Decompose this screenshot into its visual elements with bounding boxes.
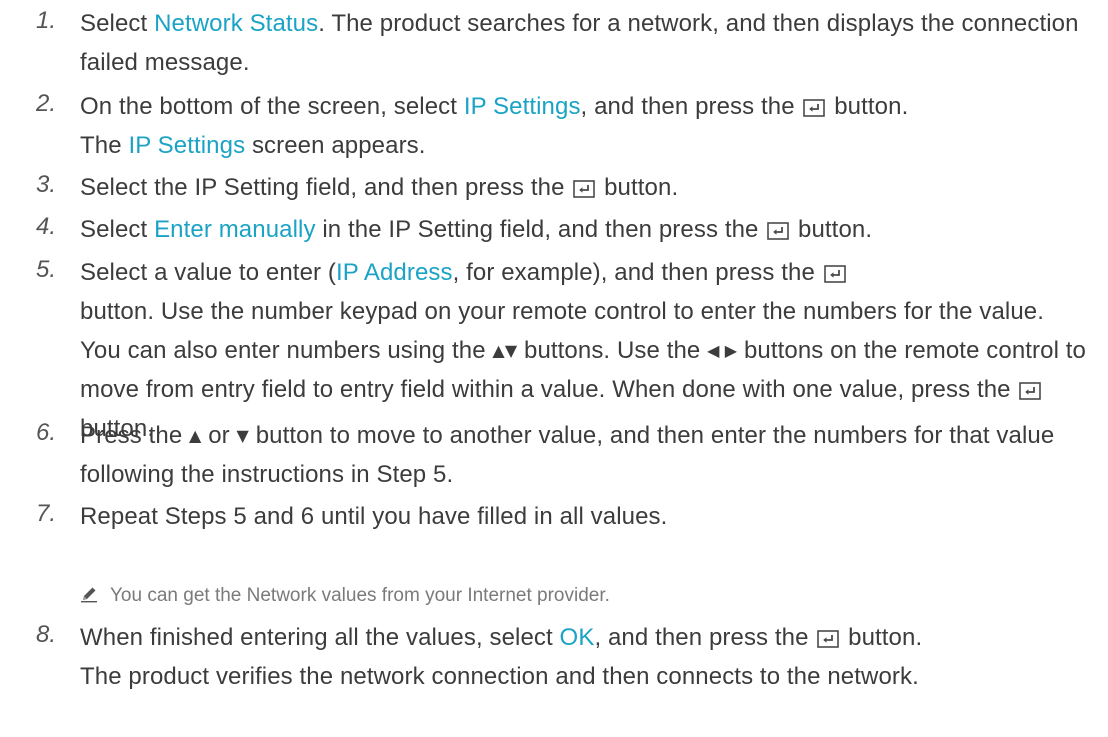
step-text-fragment: screen appears.	[245, 132, 426, 159]
step-text-fragment: Repeat Steps 5 and 6 until you have fill…	[80, 503, 668, 530]
step-text-fragment: button.	[791, 216, 873, 243]
step-number: 3.	[36, 171, 57, 198]
up-down-arrows-icon: ▲▼	[492, 341, 518, 360]
up-arrow-icon: ▲	[189, 426, 202, 445]
left-right-arrows-icon: ◀ ▶	[707, 341, 738, 360]
step-text-fragment: button.	[827, 93, 909, 120]
step-number: 2.	[36, 90, 57, 117]
step-text: When finished entering all the values, s…	[80, 618, 1090, 696]
step-number: 5.	[36, 256, 57, 283]
step-number: 6.	[36, 419, 57, 446]
step-text-fragment: , for example), and then press the	[452, 259, 822, 286]
note: You can get the Network values from your…	[80, 583, 610, 609]
step-text-fragment: Select a value to enter (	[80, 259, 336, 286]
pencil-icon	[81, 587, 97, 603]
enter-button-icon	[803, 99, 825, 117]
enter-button-icon	[767, 222, 789, 240]
step-text-fragment: On the bottom of the screen, select	[80, 93, 464, 120]
step-text-fragment: , and then press the	[580, 93, 802, 120]
enter-button-icon	[573, 180, 595, 198]
step-text-fragment: button.	[597, 174, 679, 201]
step-text-fragment: , and then press the	[594, 624, 816, 651]
ip-settings-link[interactable]: IP Settings	[128, 132, 245, 159]
step-text-fragment: The	[80, 132, 129, 159]
enter-button-icon	[824, 265, 846, 283]
step-text-fragment: Select	[80, 10, 155, 37]
note-text: You can get the Network values from your…	[110, 585, 610, 606]
step-text-fragment: button.	[841, 624, 923, 651]
step-number: 7.	[36, 500, 57, 527]
ip-settings-link[interactable]: IP Settings	[464, 93, 581, 120]
step-text-fragment: in the IP Setting field, and then press …	[315, 216, 766, 243]
manual-page: 1. Select Network Status. The product se…	[0, 0, 1108, 737]
step-text-fragment: The product verifies the network connect…	[80, 663, 919, 690]
step-text: Select the IP Setting field, and then pr…	[80, 168, 1090, 207]
step-text: Select Enter manually in the IP Setting …	[80, 210, 1090, 249]
step-text-fragment: Press the	[80, 422, 190, 449]
network-status-link[interactable]: Network Status	[154, 10, 318, 37]
step-text-fragment: Select the IP Setting field, and then pr…	[80, 174, 572, 201]
step-text: Select Network Status. The product searc…	[80, 4, 1090, 82]
ip-address-link[interactable]: IP Address	[336, 259, 453, 286]
enter-button-icon	[817, 630, 839, 648]
step-text-fragment: buttons. Use the	[517, 337, 708, 364]
step-number: 4.	[36, 213, 57, 240]
step-number: 1.	[36, 7, 57, 34]
step-number: 8.	[36, 621, 57, 648]
ok-link[interactable]: OK	[560, 624, 595, 651]
step-text: Repeat Steps 5 and 6 until you have fill…	[80, 497, 1090, 536]
step-text-fragment: Select	[80, 216, 155, 243]
enter-manually-link[interactable]: Enter manually	[154, 216, 315, 243]
step-text-fragment: When finished entering all the values, s…	[80, 624, 560, 651]
step-text: On the bottom of the screen, select IP S…	[80, 87, 1090, 165]
step-text: Press the ▲ or ▼ button to move to anoth…	[80, 416, 1090, 494]
step-text-fragment: or	[201, 422, 237, 449]
down-arrow-icon: ▼	[236, 426, 249, 445]
enter-button-icon	[1019, 382, 1041, 400]
